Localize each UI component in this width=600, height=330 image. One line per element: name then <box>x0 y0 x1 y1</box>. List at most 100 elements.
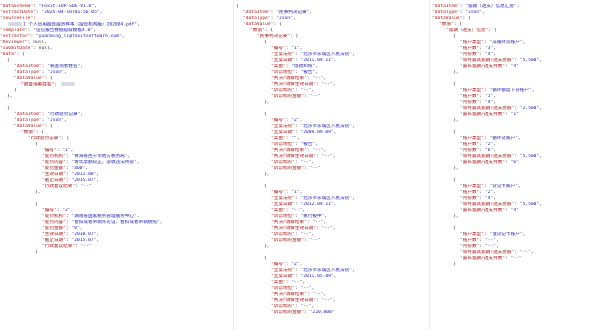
json-string: "1" <box>291 190 300 195</box>
json-key: "编号" <box>42 208 57 213</box>
json-string: "--" <box>300 88 312 93</box>
json-punct: }, <box>264 100 270 105</box>
json-key: "最长逾期/透支月数" <box>460 64 506 69</box>
json-punct: , <box>296 136 300 141</box>
json-key: "诉讼标的金额" <box>271 94 305 99</box>
json-key: "dataSchema" <box>0 4 34 9</box>
json-string: "2" <box>291 262 300 267</box>
json-code-middle: {"dataItem": "民事判决记录", "dataType": "Json"… <box>236 0 426 316</box>
redacted-value <box>8 22 22 26</box>
json-panel-left[interactable]: "dataSchema": "Foxit-IDP-SDE-V1.0", "extr… <box>0 0 232 330</box>
json-punct: , <box>63 70 67 75</box>
json-punct: , <box>70 148 74 153</box>
json-punct: , <box>96 178 100 183</box>
json-punct: { <box>35 142 38 147</box>
json-string: "3" <box>484 46 494 51</box>
json-key: "判决/调解结果" <box>271 292 307 297</box>
json-punct: }, <box>453 118 459 123</box>
json-key: "判决/调解结果" <box>271 148 307 153</box>
json-string: "准贷记卡账户" <box>489 232 523 237</box>
json-punct: , <box>531 88 535 93</box>
json-string: "1" <box>510 112 519 117</box>
json-punct: , <box>516 4 520 9</box>
json-key: "Reviewer" <box>0 40 28 45</box>
json-string: "2009.09.09" <box>300 130 334 135</box>
json-key: "编号" <box>271 46 286 51</box>
json-key: "账户数" <box>460 94 480 99</box>
json-key: "诉讼地位" <box>271 214 295 219</box>
json-punct: : { <box>453 22 463 27</box>
json-key: "dataType" <box>243 16 271 21</box>
json-key: "案由" <box>271 136 286 141</box>
json-punct: { <box>264 256 267 261</box>
json-punct: { <box>264 40 267 45</box>
json-string: "北京市东城区人民法院" <box>300 268 352 273</box>
json-punct: , <box>302 280 306 285</box>
json-key: "dataValue" <box>14 76 45 81</box>
json-string: "1" <box>484 94 494 99</box>
json-key: "处罚机构" <box>42 214 66 219</box>
json-key: "dataValue" <box>243 22 274 27</box>
json-punct: }, <box>453 166 459 171</box>
json-punct: : { <box>44 76 53 81</box>
json-string: "2015.07" <box>71 238 97 243</box>
json-key: "生效日期" <box>42 172 66 177</box>
json-key: "立案日期" <box>271 58 295 63</box>
json-punct: , <box>522 232 526 237</box>
json-key: "判决/调解结果" <box>271 76 307 81</box>
json-key: "单月最高逾期/透支总额" <box>460 202 515 207</box>
json-punct: , <box>493 190 496 195</box>
json-string: "--" <box>519 250 531 255</box>
json-punct: : { <box>35 130 45 135</box>
json-string: "--" <box>312 292 324 297</box>
json-string: "Json" <box>47 70 64 75</box>
json-punct: , <box>302 208 306 213</box>
json-string: "北京市东城区人民法院" <box>300 124 352 129</box>
json-key: "民事判决记录" <box>257 34 291 39</box>
json-punct: : { <box>273 22 282 27</box>
json-punct: , <box>333 58 337 63</box>
json-string: "--" <box>484 238 496 243</box>
json-string: "征信报告数据提取模板4.0" <box>33 28 93 33</box>
json-panel-right[interactable]: "dataItem": "逾期（透支）信息汇总", "dataType": "Js… <box>432 0 600 330</box>
json-string: "2" <box>484 190 494 195</box>
json-string: "2012.09.11" <box>300 202 334 207</box>
json-string: "--" <box>312 76 324 81</box>
json-punct: , <box>333 202 337 207</box>
json-punct: , <box>324 214 328 219</box>
json-string: "yuanming_li@foxitsoftware.com" <box>35 34 122 39</box>
json-key: "账户数" <box>460 190 480 195</box>
json-key: "诉讼地位" <box>271 70 295 75</box>
json-string: "Json" <box>465 10 482 15</box>
json-punct: , <box>127 154 131 159</box>
json-punct: }, <box>264 172 270 177</box>
json-string: "北京市东城区人民法院" <box>300 52 352 57</box>
json-string: "循环贷账户" <box>489 136 518 141</box>
json-punct: , <box>96 232 100 237</box>
json-punct: { <box>236 4 239 9</box>
json-key: "判决/调解生效日期" <box>271 82 317 87</box>
json-punct: , <box>85 166 89 171</box>
json-key: "dataItem" <box>14 112 42 117</box>
json-string: "北京市东城区人民法院" <box>300 196 352 201</box>
json-punct: , <box>481 10 485 15</box>
json-key: "截止日期" <box>42 178 66 183</box>
json-key: "诉讼地位" <box>271 142 295 147</box>
json-string: "5,500" <box>519 58 540 63</box>
json-string: "2011.09.11" <box>300 58 334 63</box>
json-punct: , <box>136 160 140 165</box>
json-punct: { <box>453 34 456 39</box>
json-string: "贷记卡账户" <box>489 184 518 189</box>
json-string: "青年票额较正，没收违法所得" <box>71 160 137 165</box>
json-punct: , <box>311 304 315 309</box>
json-punct: , <box>93 28 96 33</box>
json-key: "sourceFile" <box>0 16 34 21</box>
json-string: "循环额度下分账户" <box>489 88 532 93</box>
json-panel-middle[interactable]: {"dataItem": "民事判决记录", "dataType": "Json"… <box>236 0 426 330</box>
json-key: "截止日期" <box>42 238 66 243</box>
json-string: "--" <box>312 148 324 153</box>
json-string: "--" <box>309 166 321 171</box>
json-string: "0" <box>71 226 80 231</box>
json-punct: }, <box>453 70 459 75</box>
json-punct: , <box>137 22 140 28</box>
